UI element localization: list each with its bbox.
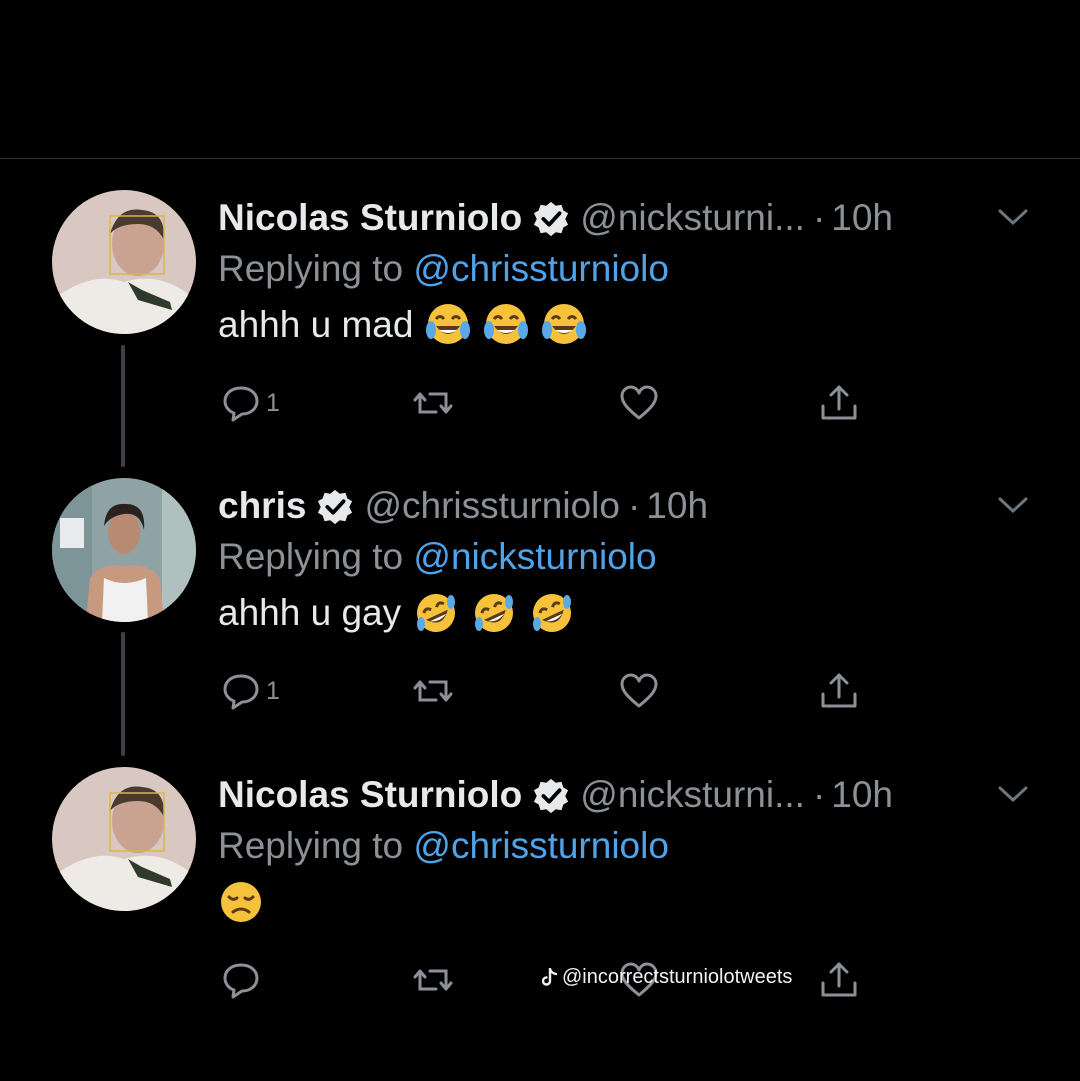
reply-count: 1 <box>266 388 280 417</box>
timestamp[interactable]: 10h <box>831 774 893 816</box>
display-name[interactable]: Nicolas Sturniolo <box>218 774 522 816</box>
reply-button[interactable] <box>220 959 266 1001</box>
replying-to-label: Replying to <box>218 248 414 289</box>
replying-to-label: Replying to <box>218 825 414 866</box>
reply-icon <box>223 963 259 999</box>
reply-button[interactable]: 1 <box>220 382 280 424</box>
mention-link[interactable]: @nicksturniolo <box>413 536 656 577</box>
tweet[interactable]: chris @chrissturniolo · 10h Replying to … <box>0 448 1080 738</box>
tiktok-watermark: @incorrectsturniolotweets <box>540 966 792 989</box>
replying-to: Replying to @nicksturniolo <box>218 536 657 578</box>
mention-link[interactable]: @chrissturniolo <box>413 825 669 866</box>
heart-icon <box>620 385 658 420</box>
handle[interactable]: @nicksturni... <box>580 197 805 239</box>
tweet-body: ahhh u mad <box>218 304 414 345</box>
reply-button[interactable]: 1 <box>220 670 280 712</box>
timestamp[interactable]: 10h <box>831 197 893 239</box>
top-divider <box>0 158 1080 159</box>
chevron-down-icon[interactable] <box>996 494 1030 516</box>
share-icon <box>821 962 857 997</box>
handle[interactable]: @chrissturniolo <box>364 485 620 527</box>
mention-link[interactable]: @chrissturniolo <box>413 248 669 289</box>
handle[interactable]: @nicksturni... <box>580 774 805 816</box>
replying-to-label: Replying to <box>218 536 414 577</box>
tweet-actions: 1 <box>0 382 1080 432</box>
share-button[interactable] <box>818 670 860 712</box>
tweet-text: ahhh u gay <box>218 590 575 636</box>
verified-badge-icon <box>532 200 570 238</box>
tweet-header: chris @chrissturniolo · 10h <box>218 482 708 530</box>
share-button[interactable] <box>818 382 860 424</box>
share-button[interactable] <box>818 959 860 1001</box>
replying-to: Replying to @chrissturniolo <box>218 248 669 290</box>
verified-badge-icon <box>316 488 354 526</box>
retweet-icon <box>413 969 453 991</box>
rolling-on-the-floor-laughing-icon <box>475 594 514 632</box>
reply-icon <box>223 386 259 422</box>
avatar[interactable] <box>52 767 196 911</box>
heart-icon <box>620 673 658 708</box>
separator-dot: · <box>812 774 826 815</box>
tweet-header: Nicolas Sturniolo @nicksturni... · 10h <box>218 771 893 819</box>
face-with-tears-of-joy-icon <box>484 304 529 344</box>
retweet-button[interactable] <box>412 382 454 424</box>
tiktok-icon <box>541 967 558 986</box>
tweet-body: ahhh u gay <box>218 592 402 633</box>
reply-icon <box>223 674 259 710</box>
display-name[interactable]: chris <box>218 485 306 527</box>
rolling-on-the-floor-laughing-icon <box>417 594 456 632</box>
tweet-actions: 1 <box>0 670 1080 720</box>
retweet-icon <box>413 680 453 702</box>
retweet-button[interactable] <box>412 670 454 712</box>
avatar[interactable] <box>52 190 196 334</box>
share-icon <box>821 673 857 708</box>
disappointed-face-icon <box>221 882 261 922</box>
face-with-tears-of-joy-icon <box>542 304 587 344</box>
timestamp[interactable]: 10h <box>646 485 708 527</box>
rolling-on-the-floor-laughing-icon <box>533 594 572 632</box>
verified-badge-icon <box>532 777 570 815</box>
tweet-header: Nicolas Sturniolo @nicksturni... · 10h <box>218 194 893 242</box>
face-with-tears-of-joy-icon <box>426 304 471 344</box>
retweet-button[interactable] <box>412 959 454 1001</box>
retweet-icon <box>413 392 453 414</box>
like-button[interactable] <box>618 670 660 712</box>
tweet-text <box>218 879 264 925</box>
chevron-down-icon[interactable] <box>996 206 1030 228</box>
reply-count: 1 <box>266 676 280 705</box>
like-button[interactable] <box>618 382 660 424</box>
tweet-text: ahhh u mad <box>218 302 587 348</box>
chevron-down-icon[interactable] <box>996 783 1030 805</box>
watermark-text: @incorrectsturniolotweets <box>562 966 793 988</box>
avatar[interactable] <box>52 478 196 622</box>
display-name[interactable]: Nicolas Sturniolo <box>218 197 522 239</box>
separator-dot: · <box>627 485 641 526</box>
separator-dot: · <box>812 197 826 238</box>
replying-to: Replying to @chrissturniolo <box>218 825 669 867</box>
tweet[interactable]: Nicolas Sturniolo @nicksturni... · 10h R… <box>0 160 1080 450</box>
share-icon <box>821 385 857 420</box>
